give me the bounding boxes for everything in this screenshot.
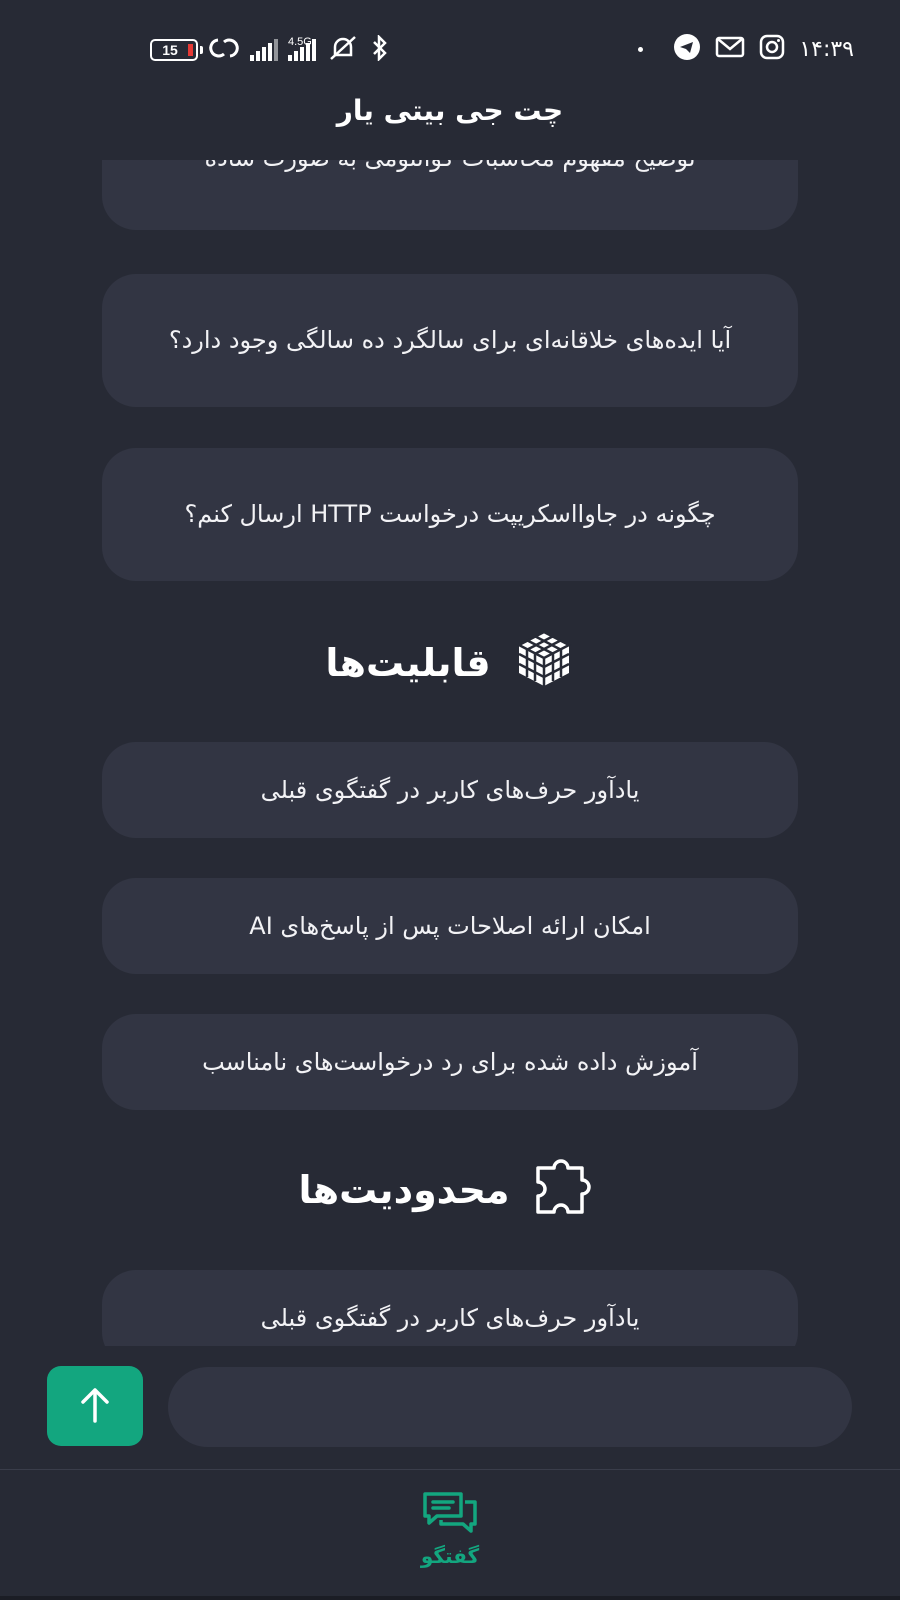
gmail-icon: [715, 35, 745, 63]
capability-text: امکان ارائه اصلاحات پس از پاسخ‌های AI: [249, 911, 651, 940]
nav-item-label: گفتگو: [420, 1544, 480, 1568]
status-icons-right: ۱۴:۳۹: [638, 34, 854, 64]
chat-scroll-area[interactable]: توضیح مفهوم محاسبات کوانتومی به صورت ساد…: [0, 160, 900, 1346]
message-composer: [0, 1366, 900, 1448]
bottom-nav: گفتگو: [0, 1469, 900, 1600]
capability-card: آموزش داده شده برای رد درخواست‌های نامنا…: [102, 1014, 798, 1110]
limitation-card: یادآور حرف‌های کاربر در گفتگوی قبلی: [102, 1270, 798, 1346]
network-type: 4.5G: [288, 35, 312, 48]
clock: ۱۴:۳۹: [799, 36, 854, 62]
bluetooth-icon: [370, 33, 390, 65]
capability-text: یادآور حرف‌های کاربر در گفتگوی قبلی: [260, 775, 640, 804]
arrow-up-icon: [78, 1385, 112, 1428]
signal-icon: [250, 39, 278, 61]
example-prompt-card[interactable]: توضیح مفهوم محاسبات کوانتومی به صورت ساد…: [102, 160, 798, 230]
capabilities-heading: قابلیت‌ها: [0, 628, 900, 698]
capability-card: امکان ارائه اصلاحات پس از پاسخ‌های AI: [102, 878, 798, 974]
status-bar: 15 4.5G ۱۴:۳۹: [0, 0, 900, 100]
battery-icon: 15: [150, 39, 203, 61]
cube-icon: [513, 628, 575, 699]
chat-bubbles-icon: [421, 1490, 479, 1538]
example-prompt-text: آیا ایده‌های خلاقانه‌ای برای سالگرد ده س…: [168, 326, 732, 354]
sync-icon: [208, 36, 240, 64]
capability-text: آموزش داده شده برای رد درخواست‌های نامنا…: [202, 1047, 698, 1076]
example-prompt-text: توضیح مفهوم محاسبات کوانتومی به صورت ساد…: [204, 160, 695, 177]
puzzle-icon: [532, 1156, 602, 1225]
battery-level: 15: [162, 42, 178, 58]
example-prompt-card[interactable]: آیا ایده‌های خلاقانه‌ای برای سالگرد ده س…: [102, 274, 798, 407]
example-prompt-card[interactable]: چگونه در جاوااسکریپت درخواست HTTP ارسال …: [102, 448, 798, 581]
capabilities-heading-text: قابلیت‌ها: [325, 641, 491, 685]
notification-dot-icon: [638, 46, 644, 52]
limitations-heading: محدودیت‌ها: [0, 1155, 900, 1225]
limitation-text: یادآور حرف‌های کاربر در گفتگوی قبلی: [260, 1303, 640, 1332]
limitations-heading-text: محدودیت‌ها: [298, 1168, 510, 1212]
home-indicator: [0, 1596, 900, 1600]
mute-icon: [326, 35, 360, 65]
capability-card: یادآور حرف‌های کاربر در گفتگوی قبلی: [102, 742, 798, 838]
nav-item-chat[interactable]: گفتگو: [400, 1490, 500, 1600]
send-button[interactable]: [47, 1366, 143, 1446]
telegram-icon: [673, 33, 701, 65]
page-title: چت جی بیتی یار: [336, 94, 564, 127]
instagram-icon: [759, 34, 785, 64]
message-input[interactable]: [168, 1367, 852, 1447]
status-icons-left: 15 4.5G: [150, 33, 390, 65]
example-prompt-text: چگونه در جاوااسکریپت درخواست HTTP ارسال …: [184, 500, 716, 528]
